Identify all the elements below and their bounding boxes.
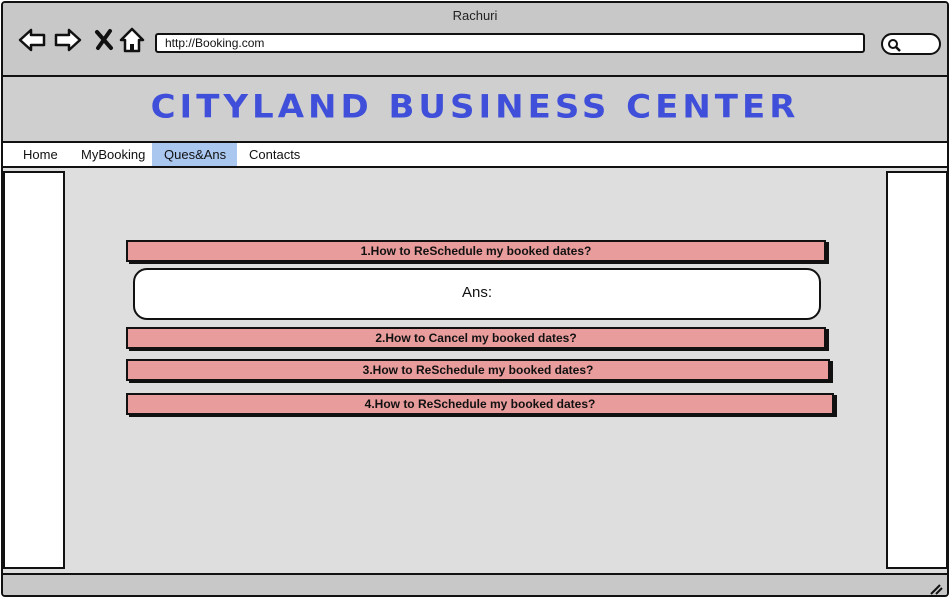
main-menu: Home MyBooking Ques&Ans Contacts (3, 141, 947, 168)
search-box[interactable] (881, 33, 941, 55)
status-bar (3, 573, 947, 595)
menu-item-ques-ans[interactable]: Ques&Ans (152, 143, 237, 166)
right-panel (886, 171, 947, 569)
faq-question-4[interactable]: 4.How to ReSchedule my booked dates? (126, 393, 834, 415)
menu-item-mybooking[interactable]: MyBooking (69, 143, 157, 166)
header-banner: CITYLAND BUSINESS CENTER (3, 77, 947, 141)
back-arrow-icon[interactable] (17, 25, 47, 55)
content-area: 1.How to ReSchedule my booked dates? Ans… (3, 168, 947, 573)
browser-window: Rachuri http://Booking.com CITYLAND BUSI… (1, 1, 949, 597)
home-icon[interactable] (117, 25, 147, 55)
faq-question-1[interactable]: 1.How to ReSchedule my booked dates? (126, 240, 826, 262)
url-input[interactable]: http://Booking.com (155, 33, 865, 53)
left-panel (3, 171, 65, 569)
search-icon (888, 39, 901, 52)
forward-arrow-icon[interactable] (53, 25, 83, 55)
window-title: Rachuri (452, 8, 498, 23)
faq-answer-box: Ans: (133, 268, 821, 320)
resize-grip-icon[interactable] (929, 583, 943, 595)
menu-item-contacts[interactable]: Contacts (237, 143, 312, 166)
faq-question-2[interactable]: 2.How to Cancel my booked dates? (126, 327, 826, 349)
site-title: CITYLAND BUSINESS CENTER (150, 88, 800, 126)
faq-question-3[interactable]: 3.How to ReSchedule my booked dates? (126, 359, 830, 381)
menu-item-home[interactable]: Home (11, 143, 70, 166)
close-x-icon[interactable] (89, 25, 119, 55)
browser-chrome: Rachuri http://Booking.com (3, 3, 947, 77)
